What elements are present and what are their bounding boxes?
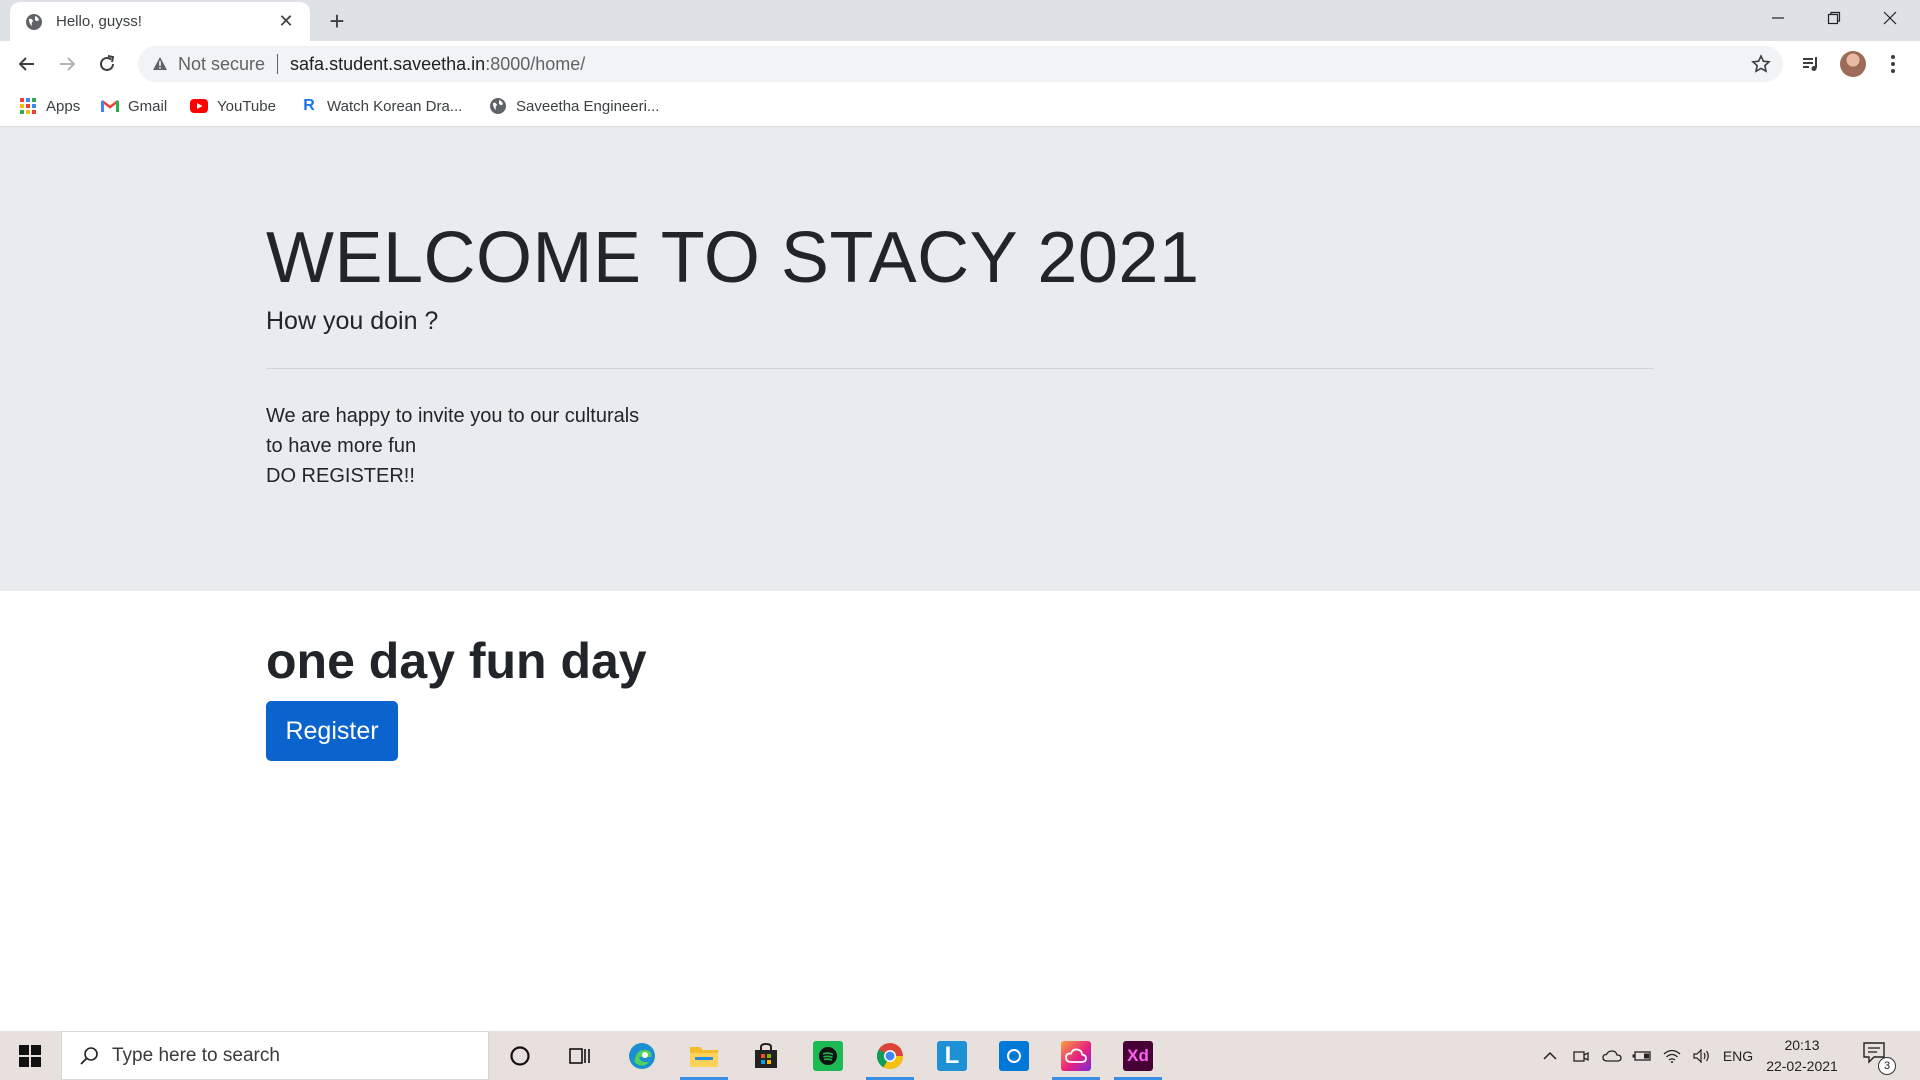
profile-avatar[interactable] [1838, 49, 1868, 79]
battery-icon[interactable] [1628, 1031, 1656, 1080]
l-app-icon[interactable]: L [924, 1031, 980, 1080]
creative-cloud-tile [1061, 1040, 1091, 1071]
cortana-app-tile [999, 1040, 1029, 1071]
windows-start-icon[interactable] [0, 1031, 60, 1080]
search-icon [78, 1045, 100, 1067]
adobe-xd-icon[interactable]: Xd [1110, 1031, 1166, 1080]
system-clock[interactable]: 20:13 22-02-2021 [1760, 1035, 1844, 1077]
bookmark-star-icon[interactable] [1751, 54, 1771, 74]
bookmark-label: Apps [46, 97, 81, 115]
media-control-icon[interactable] [1796, 49, 1826, 79]
tab-title: Hello, guyss! [56, 13, 142, 30]
store-icon[interactable] [738, 1031, 794, 1080]
paragraph-line: We are happy to invite you to our cultur… [266, 405, 640, 427]
task-view-icon[interactable] [552, 1031, 608, 1080]
page-title: WELCOME TO STACY 2021 [266, 218, 1200, 298]
register-button[interactable]: Register [266, 701, 398, 761]
notification-count-badge: 3 [1878, 1057, 1896, 1075]
menu-kebab-icon[interactable] [1878, 49, 1908, 79]
clock-date: 22-02-2021 [1766, 1058, 1838, 1074]
url-text[interactable]: safa.student.saveetha.in:8000/home/ [290, 54, 585, 75]
bookmark-gmail[interactable]: Gmail [101, 96, 167, 116]
youtube-icon [190, 97, 208, 115]
address-bar[interactable]: Not secure safa.student.saveetha.in:8000… [138, 46, 1783, 82]
reload-icon[interactable] [90, 47, 124, 81]
lead-text: How you doin ? [266, 307, 439, 335]
bookmark-apps[interactable]: Apps [19, 96, 80, 116]
divider [266, 368, 1654, 369]
cortana-icon[interactable] [492, 1031, 548, 1080]
adobe-xd-tile: Xd [1123, 1040, 1153, 1071]
new-tab-button[interactable]: + [322, 6, 352, 36]
avatar [1840, 51, 1866, 77]
bookmark-saveetha[interactable]: Saveetha Engineeri... [489, 96, 659, 116]
globe-icon [24, 12, 44, 32]
apps-grid-icon [19, 97, 37, 115]
minimize-icon[interactable] [1750, 0, 1806, 36]
web-page: WELCOME TO STACY 2021 How you doin ? We … [0, 127, 1920, 1031]
creative-cloud-icon[interactable] [1048, 1031, 1104, 1080]
url-host: safa.student.saveetha.in [290, 53, 486, 74]
chrome-icon[interactable] [862, 1031, 918, 1080]
globe-icon [489, 97, 507, 115]
file-explorer-icon[interactable] [676, 1031, 732, 1080]
chevron-up-icon[interactable] [1538, 1031, 1562, 1080]
restore-icon[interactable] [1806, 0, 1862, 36]
invite-paragraph: We are happy to invite you to our cultur… [266, 401, 639, 491]
r-site-icon: R [303, 97, 315, 114]
bookmark-label: Saveetha Engineeri... [516, 97, 660, 115]
bookmark-label: Watch Korean Dra... [327, 97, 463, 115]
close-window-icon[interactable] [1862, 0, 1918, 36]
jumbotron: WELCOME TO STACY 2021 How you doin ? We … [0, 127, 1920, 591]
meet-now-icon[interactable] [1568, 1031, 1594, 1080]
bookmarks-bar: Apps Gmail YouTube R Watch Korean Dra...… [0, 86, 1920, 127]
browser-tab[interactable]: Hello, guyss! ✕ [10, 2, 310, 41]
gmail-icon [101, 97, 119, 115]
wifi-icon[interactable] [1658, 1031, 1686, 1080]
bookmark-korean-drama[interactable]: R Watch Korean Dra... [300, 96, 462, 116]
spotify-tile [813, 1040, 843, 1071]
edge-icon[interactable] [614, 1031, 670, 1080]
search-placeholder: Type here to search [112, 1044, 280, 1066]
browser-toolbar: Not secure safa.student.saveetha.in:8000… [0, 41, 1920, 86]
bookmark-label: Gmail [128, 97, 168, 115]
security-label[interactable]: Not secure [178, 54, 265, 75]
onedrive-icon[interactable] [1598, 1031, 1626, 1080]
close-tab-icon[interactable]: ✕ [276, 11, 296, 32]
forward-icon[interactable] [50, 47, 84, 81]
taskbar: Type here to search L Xd ENG 20:13 22-02… [0, 1031, 1920, 1080]
omnibox-divider [277, 54, 279, 74]
url-path: :8000/home/ [485, 53, 586, 74]
bookmark-youtube[interactable]: YouTube [190, 96, 276, 116]
clock-time: 20:13 [1784, 1037, 1820, 1053]
l-app-tile: L [937, 1040, 967, 1071]
section-heading: one day fun day [266, 633, 647, 689]
paragraph-line: DO REGISTER!! [266, 465, 415, 487]
back-icon[interactable] [10, 47, 44, 81]
bookmark-label: YouTube [217, 97, 276, 115]
warning-icon[interactable] [150, 54, 170, 74]
taskbar-search[interactable]: Type here to search [61, 1031, 489, 1080]
tab-strip: Hello, guyss! ✕ + [0, 0, 1920, 41]
language-indicator[interactable]: ENG [1718, 1031, 1758, 1080]
spotify-icon[interactable] [800, 1031, 856, 1080]
volume-icon[interactable] [1688, 1031, 1716, 1080]
cortana-app-icon[interactable] [986, 1031, 1042, 1080]
paragraph-line: to have more fun [266, 435, 417, 457]
